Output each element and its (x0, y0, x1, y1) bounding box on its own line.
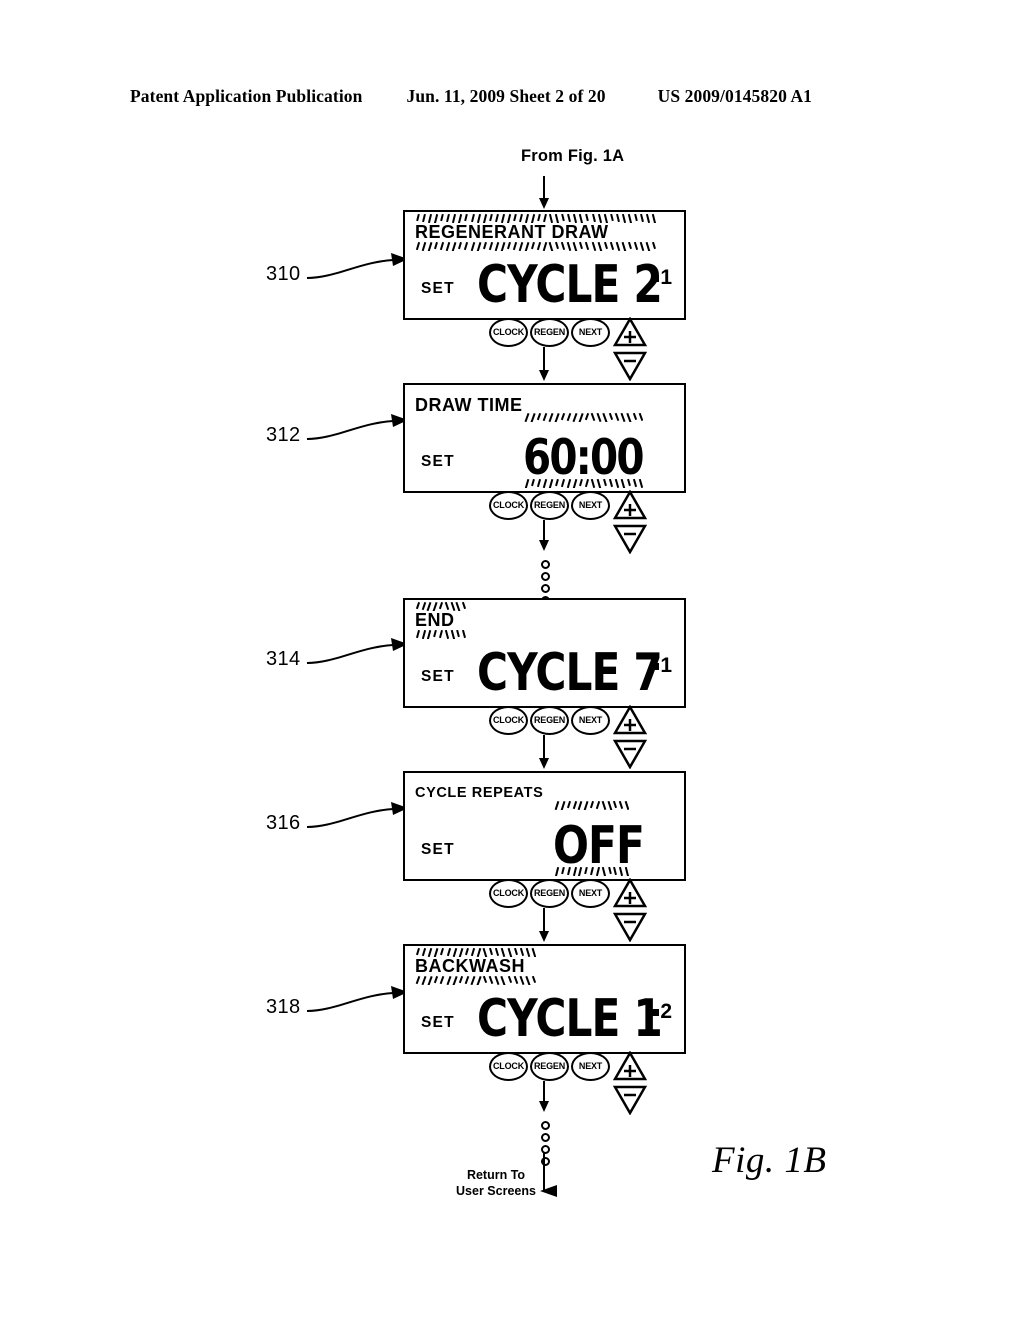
marker-number-310: 1 (660, 266, 672, 289)
leader-line-318 (306, 986, 408, 1012)
regen-button[interactable]: REGEN (530, 318, 569, 347)
lcd-panel-312: DRAW TIME SET 60:00 (403, 383, 686, 493)
set-label-314: SET (421, 667, 455, 685)
regen-button[interactable]: REGEN (530, 1052, 569, 1081)
clock-button[interactable]: CLOCK (489, 491, 528, 520)
figure-caption: Fig. 1B (712, 1140, 827, 1181)
leader-line-312 (306, 414, 408, 440)
reference-numeral-314: 314 (266, 648, 301, 670)
clock-button[interactable]: CLOCK (489, 706, 528, 735)
lcd-panel-318: BACKWASH SET CYCLE 1 2 (403, 944, 686, 1054)
lcd-panel-316: CYCLE REPEATS SET OFF (403, 771, 686, 881)
panel-value-310: CYCLE 2 (477, 254, 663, 315)
panel-title-310: REGENERANT DRAW (415, 222, 609, 242)
marker-square-icon (652, 1009, 660, 1016)
down-button[interactable] (613, 1085, 647, 1115)
panel-title-314: END (415, 610, 455, 630)
regen-button[interactable]: REGEN (530, 879, 569, 908)
up-button[interactable] (613, 317, 647, 347)
next-button[interactable]: NEXT (571, 491, 610, 520)
panel-title-312: DRAW TIME (415, 395, 523, 415)
next-button[interactable]: NEXT (571, 706, 610, 735)
panel-value-318: CYCLE 1 (477, 988, 663, 1049)
panel-marker-314: 1 (652, 655, 672, 676)
down-button[interactable] (613, 739, 647, 769)
regen-button[interactable]: REGEN (530, 706, 569, 735)
flash-marks-top-316 (553, 801, 629, 810)
from-fig-1a-label: From Fig. 1A (521, 147, 625, 165)
flash-marks-bottom-314 (414, 630, 466, 639)
return-line-1: Return To (466, 1168, 526, 1182)
return-to-user-screens-label: Return To User Screens (452, 1168, 540, 1199)
connector-arrow-314-316 (539, 758, 549, 769)
flash-marks-top-312 (523, 413, 643, 422)
connector-arrow-316-318 (539, 931, 549, 942)
regen-button[interactable]: REGEN (530, 491, 569, 520)
flash-marks-bottom-310 (414, 242, 656, 251)
panel-title-318: BACKWASH (415, 956, 525, 976)
marker-square-icon (652, 663, 660, 670)
clock-button[interactable]: CLOCK (489, 318, 528, 347)
leader-line-314 (306, 638, 408, 664)
down-button[interactable] (613, 351, 647, 381)
down-button[interactable] (613, 912, 647, 942)
reference-numeral-310: 310 (266, 263, 301, 285)
panel-title-316: CYCLE REPEATS (415, 785, 544, 801)
panel-marker-310: 1 (652, 267, 672, 288)
next-button[interactable]: NEXT (571, 879, 610, 908)
down-button[interactable] (613, 524, 647, 554)
panel-marker-318: 2 (652, 1001, 672, 1022)
set-label-310: SET (421, 279, 455, 297)
connector-arrow-312-314 (539, 540, 549, 551)
up-button[interactable] (613, 1051, 647, 1081)
leader-line-316 (306, 802, 408, 828)
marker-number-314: 1 (660, 654, 672, 677)
lcd-panel-314: END SET CYCLE 7 1 (403, 598, 686, 708)
figure-1b: From Fig. 1A 310 REGENERANT DRAW SET CYC… (0, 0, 1024, 1320)
reference-numeral-312: 312 (266, 424, 301, 446)
clock-button[interactable]: CLOCK (489, 1052, 528, 1081)
flash-marks-bottom-318 (414, 976, 536, 985)
up-button[interactable] (613, 490, 647, 520)
marker-square-icon (652, 275, 660, 282)
lcd-panel-310: REGENERANT DRAW SET CYCLE 2 1 (403, 210, 686, 320)
next-button[interactable]: NEXT (571, 1052, 610, 1081)
entry-connector-arrow (539, 198, 549, 209)
panel-value-314: CYCLE 7 (477, 642, 663, 703)
return-connector (540, 1153, 557, 1197)
set-label-312: SET (421, 452, 455, 470)
clock-button[interactable]: CLOCK (489, 879, 528, 908)
leader-line-310 (306, 253, 408, 279)
connector-arrow-310-312 (539, 370, 549, 381)
reference-numeral-316: 316 (266, 812, 301, 834)
next-button[interactable]: NEXT (571, 318, 610, 347)
marker-number-318: 2 (660, 1000, 672, 1023)
reference-numeral-318: 318 (266, 996, 301, 1018)
panel-value-312: 60:00 (523, 429, 644, 487)
up-button[interactable] (613, 878, 647, 908)
return-line-2: User Screens (456, 1183, 536, 1198)
exit-connector-arrow (539, 1101, 549, 1112)
panel-value-316: OFF (553, 815, 645, 876)
up-button[interactable] (613, 705, 647, 735)
set-label-316: SET (421, 840, 455, 858)
set-label-318: SET (421, 1013, 455, 1031)
